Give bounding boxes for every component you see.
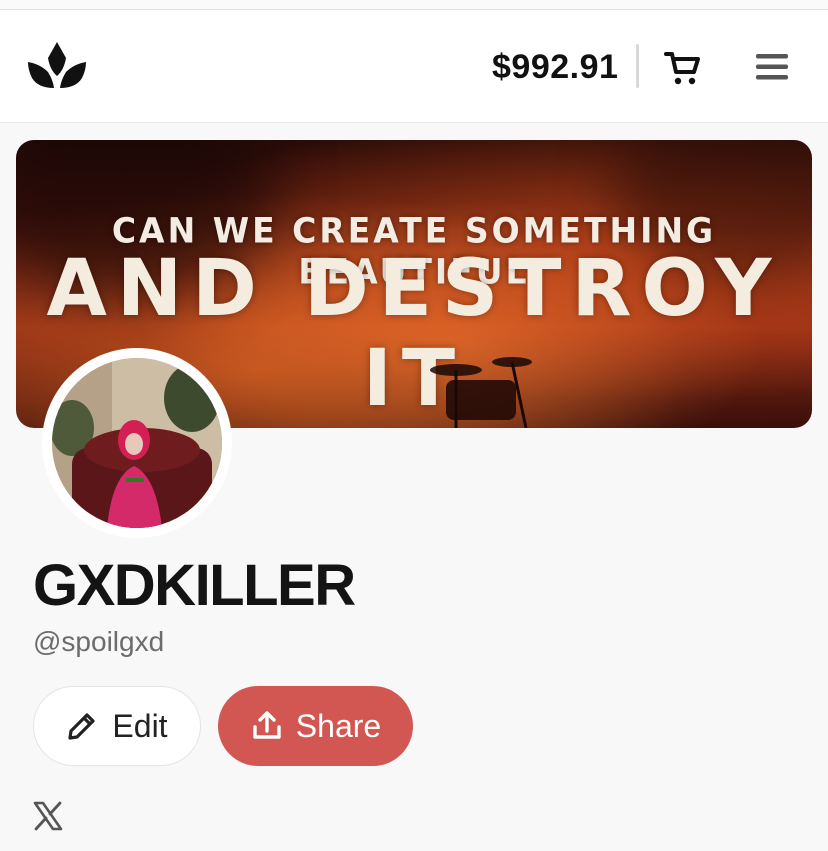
top-header: $992.91: [0, 10, 828, 123]
share-upload-icon: [253, 711, 281, 739]
share-profile-button[interactable]: Share: [218, 686, 413, 766]
cart-icon[interactable]: [664, 50, 702, 86]
avatar-photo: [52, 358, 222, 528]
status-bar-edge: [0, 0, 828, 10]
edit-profile-button[interactable]: Edit: [33, 686, 201, 766]
x-twitter-icon[interactable]: [32, 800, 64, 832]
profile-handle: @spoilgxd: [33, 626, 165, 657]
wallet-balance[interactable]: $992.91: [492, 47, 618, 87]
crown-lotus-logo-icon[interactable]: [26, 40, 88, 90]
header-divider: [636, 44, 639, 88]
hamburger-menu-icon[interactable]: [754, 52, 790, 82]
share-button-label: Share: [295, 707, 382, 744]
profile-display-name: GXDKILLER: [33, 553, 356, 618]
drum-kit-silhouette: [430, 357, 532, 428]
pencil-icon: [68, 713, 96, 740]
avatar[interactable]: [52, 358, 222, 528]
edit-button-label: Edit: [112, 707, 168, 744]
